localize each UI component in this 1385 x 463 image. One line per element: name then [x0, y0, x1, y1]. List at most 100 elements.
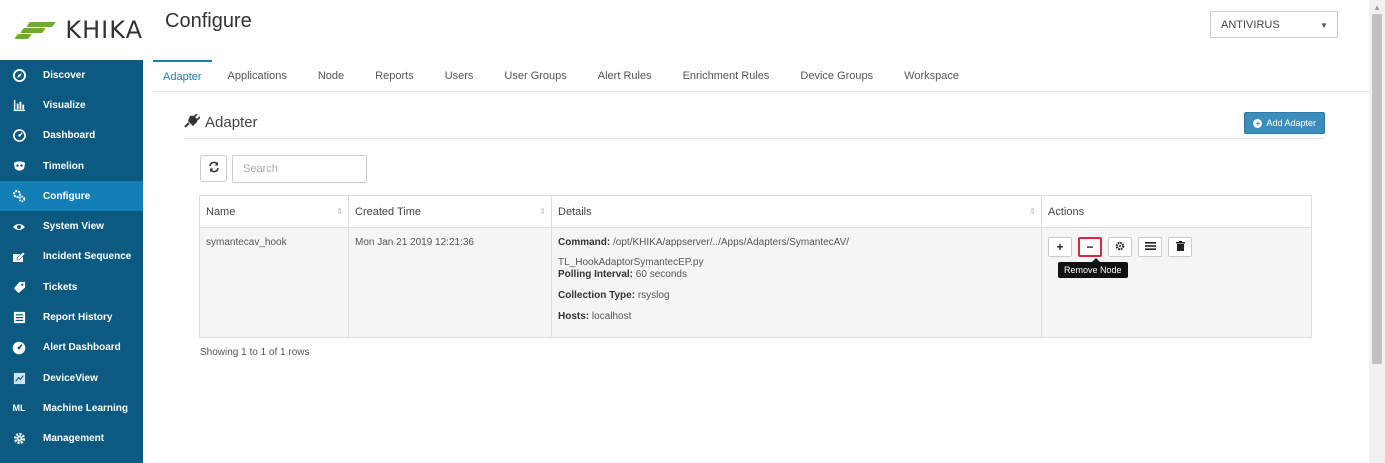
list-icon — [1144, 240, 1156, 254]
remove-node-tooltip: Remove Node — [1058, 258, 1128, 278]
tab-alert-rules[interactable]: Alert Rules — [588, 60, 662, 91]
column-header-details[interactable]: Details ⇕ — [551, 195, 1042, 228]
sidebar-item-alert-dashboard[interactable]: Alert Dashboard — [0, 333, 143, 363]
detail-command-continued: TL_HookAdaptorSymantecEP.py — [558, 257, 704, 268]
section-title-text: Adapter — [205, 114, 258, 131]
refresh-button[interactable] — [200, 155, 227, 182]
column-header-created-time[interactable]: Created Time ⇕ — [348, 195, 552, 228]
sort-icon: ⇕ — [1029, 207, 1036, 216]
remove-node-button[interactable]: − — [1078, 237, 1102, 257]
gears-icon — [12, 189, 26, 203]
detail-polling-interval: Polling Interval: 60 seconds — [558, 269, 687, 280]
section-title: Adapter — [184, 113, 1325, 131]
adapter-table: Name ⇕ Created Time ⇕ Details ⇕ Actions sym… — [199, 195, 1312, 338]
cell-created-time: Mon Jan 21 2019 12:21:36 — [348, 227, 552, 338]
sidebar-item-label: Report History — [43, 312, 113, 324]
sidebar-item-label: Dashboard — [43, 130, 96, 142]
workspace-select[interactable]: ANTIVIRUS ▼ — [1210, 11, 1338, 38]
sidebar: KHIKA Discover Visualize Dashboard Timel… — [0, 0, 143, 463]
sidebar-item-label: Tickets — [43, 281, 78, 293]
sidebar-item-label: Alert Dashboard — [43, 342, 121, 354]
bar-chart-icon — [12, 98, 26, 112]
cell-details: Command: /opt/KHIKA/appserver/../Apps/Ad… — [551, 227, 1042, 338]
sidebar-item-report-history[interactable]: Report History — [0, 302, 143, 332]
plus-circle-icon: + — [1253, 118, 1263, 128]
eye-icon — [12, 220, 26, 234]
search-input[interactable] — [232, 155, 367, 183]
tab-workspace[interactable]: Workspace — [894, 60, 969, 91]
table-header-row: Name ⇕ Created Time ⇕ Details ⇕ Actions — [199, 195, 1312, 228]
add-adapter-button[interactable]: + Add Adapter — [1244, 112, 1325, 134]
tab-node[interactable]: Node — [308, 60, 354, 91]
settings-button[interactable] — [1108, 237, 1132, 257]
sidebar-item-label: Incident Sequence — [43, 251, 132, 263]
delete-button[interactable] — [1168, 237, 1192, 257]
sidebar-item-timelion[interactable]: Timelion — [0, 151, 143, 181]
sidebar-item-discover[interactable]: Discover — [0, 60, 143, 90]
sidebar-item-label: Discover — [43, 69, 86, 81]
sidebar-item-dashboard[interactable]: Dashboard — [0, 121, 143, 151]
ml-icon: ML — [12, 403, 26, 414]
mask-icon — [12, 159, 26, 173]
device-icon — [12, 371, 26, 385]
cog-icon — [12, 432, 26, 446]
tab-reports[interactable]: Reports — [365, 60, 424, 91]
pagination-info: Showing 1 to 1 of 1 rows — [200, 347, 310, 358]
cell-actions: + − — [1041, 227, 1312, 338]
alert-gauge-icon — [12, 341, 26, 355]
compass-icon — [12, 68, 26, 82]
sidebar-item-label: Configure — [43, 190, 91, 202]
column-header-name[interactable]: Name ⇕ — [199, 195, 349, 228]
column-header-actions: Actions — [1041, 195, 1312, 228]
report-icon — [12, 311, 26, 325]
sidebar-item-machine-learning[interactable]: ML Machine Learning — [0, 393, 143, 423]
table-toolbar — [200, 155, 367, 183]
sidebar-item-label: Machine Learning — [43, 402, 129, 414]
tab-adapter[interactable]: Adapter — [153, 60, 212, 91]
add-node-button[interactable]: + — [1048, 237, 1072, 257]
adapter-section-header: Adapter + Add Adapter — [184, 112, 1325, 139]
sidebar-item-tickets[interactable]: Tickets — [0, 272, 143, 302]
tab-enrichment-rules[interactable]: Enrichment Rules — [673, 60, 780, 91]
page-scrollbar[interactable]: ▲ — [1369, 0, 1385, 463]
logo[interactable]: KHIKA — [0, 0, 143, 60]
sidebar-item-label: System View — [43, 221, 104, 233]
row-actions: + − — [1048, 237, 1305, 257]
table-row: symantecav_hook Mon Jan 21 2019 12:21:36… — [199, 227, 1312, 338]
add-adapter-label: Add Adapter — [1266, 118, 1316, 128]
sidebar-item-label: DeviceView — [43, 372, 98, 384]
list-button[interactable] — [1138, 237, 1162, 257]
tab-device-groups[interactable]: Device Groups — [790, 60, 883, 91]
brand-name: KHIKA — [65, 16, 143, 44]
tab-applications[interactable]: Applications — [218, 60, 297, 91]
khika-logo-icon — [14, 22, 56, 39]
sidebar-nav: Discover Visualize Dashboard Timelion Co… — [0, 60, 143, 463]
sequence-icon — [12, 250, 26, 264]
page-title: Configure — [165, 10, 252, 32]
sort-icon: ⇕ — [336, 207, 343, 216]
gauge-icon — [12, 129, 26, 143]
trash-icon — [1175, 240, 1185, 254]
plus-icon: + — [1056, 240, 1064, 254]
sidebar-item-visualize[interactable]: Visualize — [0, 90, 143, 120]
sidebar-item-incident-sequence[interactable]: Incident Sequence — [0, 242, 143, 272]
scroll-up-arrow-icon[interactable]: ▲ — [1373, 3, 1381, 12]
sidebar-item-system-view[interactable]: System View — [0, 211, 143, 241]
refresh-icon — [208, 161, 220, 176]
tab-user-groups[interactable]: User Groups — [494, 60, 576, 91]
sidebar-item-label: Visualize — [43, 99, 86, 111]
detail-hosts: Hosts: localhost — [558, 311, 632, 322]
sidebar-item-management[interactable]: Management — [0, 424, 143, 454]
sidebar-item-label: Management — [43, 433, 105, 445]
gear-icon — [1115, 240, 1125, 254]
detail-command: Command: /opt/KHIKA/appserver/../Apps/Ad… — [558, 237, 850, 248]
configure-tabs: Adapter Applications Node Reports Users … — [153, 60, 1369, 92]
detail-collection-type: Collection Type: rsyslog — [558, 290, 670, 301]
tab-users[interactable]: Users — [435, 60, 484, 91]
minus-icon: − — [1086, 240, 1094, 254]
sort-icon: ⇕ — [539, 207, 546, 216]
scroll-thumb[interactable] — [1372, 14, 1382, 364]
sidebar-item-deviceview[interactable]: DeviceView — [0, 363, 143, 393]
sidebar-item-configure[interactable]: Configure — [0, 181, 143, 212]
plug-icon — [184, 113, 201, 131]
